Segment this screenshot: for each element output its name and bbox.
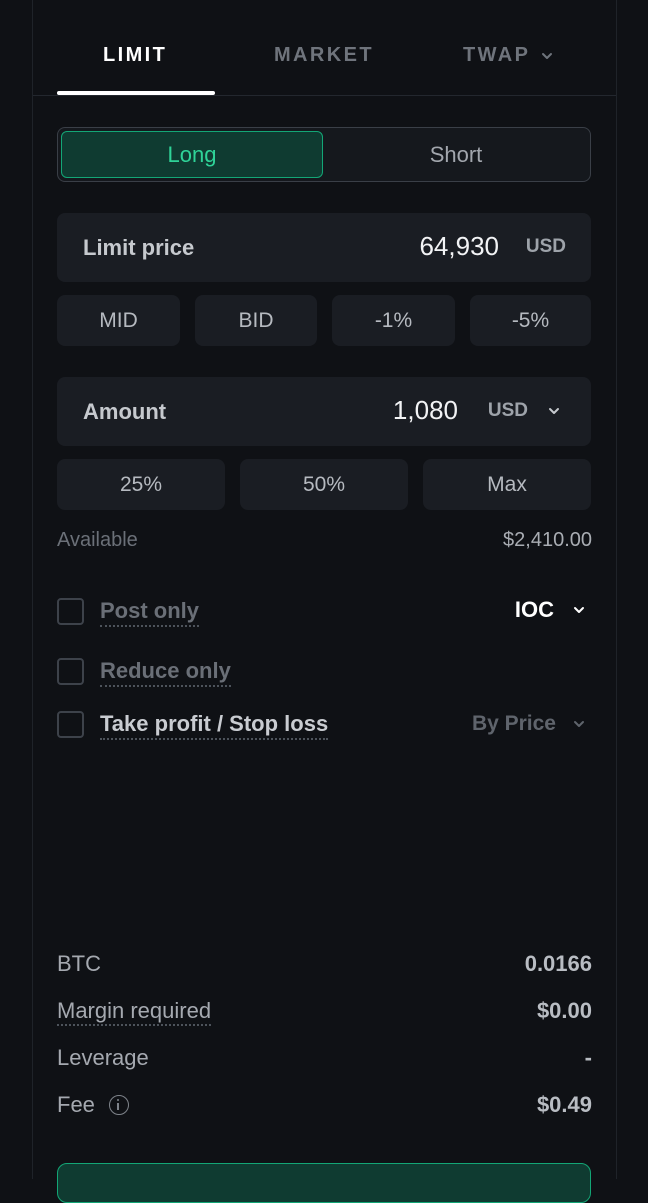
chevron-down-icon bbox=[542, 52, 553, 59]
order-type-tabs: LIMIT MARKET TWAP bbox=[33, 0, 616, 96]
available-value: $2,410.00 bbox=[503, 529, 592, 551]
btc-label: BTC bbox=[57, 951, 101, 976]
tp-sl-mode-value: By Price bbox=[471, 712, 556, 735]
leverage-label: Leverage bbox=[57, 1045, 149, 1070]
post-only-checkbox[interactable] bbox=[57, 598, 84, 625]
chevron-down-icon bbox=[574, 607, 584, 613]
tp-sl-label[interactable]: Take profit / Stop loss bbox=[100, 711, 329, 740]
side-toggle: Long Short bbox=[57, 127, 591, 182]
available-label: Available bbox=[57, 529, 138, 551]
fee-row-label: Fee bbox=[57, 1092, 129, 1118]
limit-price-field[interactable]: Limit price 64,930 USD bbox=[57, 213, 591, 282]
submit-order-button[interactable] bbox=[57, 1163, 591, 1203]
reduce-only-checkbox[interactable] bbox=[57, 658, 84, 685]
fee-value: $0.49 bbox=[536, 1092, 592, 1117]
amount-input[interactable]: 1,080 bbox=[393, 395, 458, 426]
tab-twap-label: TWAP bbox=[463, 44, 531, 66]
tab-market[interactable]: MARKET bbox=[274, 44, 374, 67]
chevron-down-icon[interactable] bbox=[547, 404, 561, 418]
limit-price-input[interactable]: 64,930 bbox=[419, 231, 499, 262]
amount-unit: USD bbox=[487, 400, 528, 421]
tab-twap[interactable]: TWAP bbox=[463, 44, 554, 67]
limit-price-unit: USD bbox=[525, 236, 566, 257]
time-in-force-select[interactable]: IOC bbox=[515, 597, 586, 623]
preset-bid-button[interactable]: BID bbox=[195, 295, 317, 346]
tp-sl-checkbox[interactable] bbox=[57, 711, 84, 738]
amount-field[interactable]: Amount 1,080 USD bbox=[57, 377, 591, 446]
btc-value: 0.0166 bbox=[524, 951, 592, 976]
fee-label: Fee bbox=[57, 1092, 95, 1117]
chevron-down-icon bbox=[574, 721, 584, 727]
amount-25-button[interactable]: 25% bbox=[57, 459, 225, 510]
preset-minus1-button[interactable]: -1% bbox=[332, 295, 455, 346]
limit-price-label: Limit price bbox=[83, 235, 195, 260]
tp-sl-mode-select[interactable]: By Price bbox=[472, 712, 586, 736]
post-only-label[interactable]: Post only bbox=[100, 598, 200, 627]
tab-limit[interactable]: LIMIT bbox=[103, 44, 167, 67]
reduce-only-label[interactable]: Reduce only bbox=[100, 658, 231, 687]
info-icon[interactable] bbox=[108, 1095, 129, 1115]
time-in-force-value: IOC bbox=[514, 597, 554, 622]
preset-mid-button[interactable]: MID bbox=[57, 295, 180, 346]
order-panel: LIMIT MARKET TWAP Long Short Limit price… bbox=[32, 0, 617, 1203]
short-button[interactable]: Short bbox=[324, 131, 588, 178]
amount-label: Amount bbox=[83, 399, 167, 424]
active-tab-indicator bbox=[57, 91, 215, 95]
leverage-value: - bbox=[584, 1045, 592, 1070]
amount-max-button[interactable]: Max bbox=[423, 459, 591, 510]
margin-required-label[interactable]: Margin required bbox=[57, 998, 212, 1026]
long-button[interactable]: Long bbox=[61, 131, 323, 178]
amount-50-button[interactable]: 50% bbox=[240, 459, 408, 510]
margin-required-value: $0.00 bbox=[536, 998, 592, 1023]
preset-minus5-button[interactable]: -5% bbox=[470, 295, 591, 346]
